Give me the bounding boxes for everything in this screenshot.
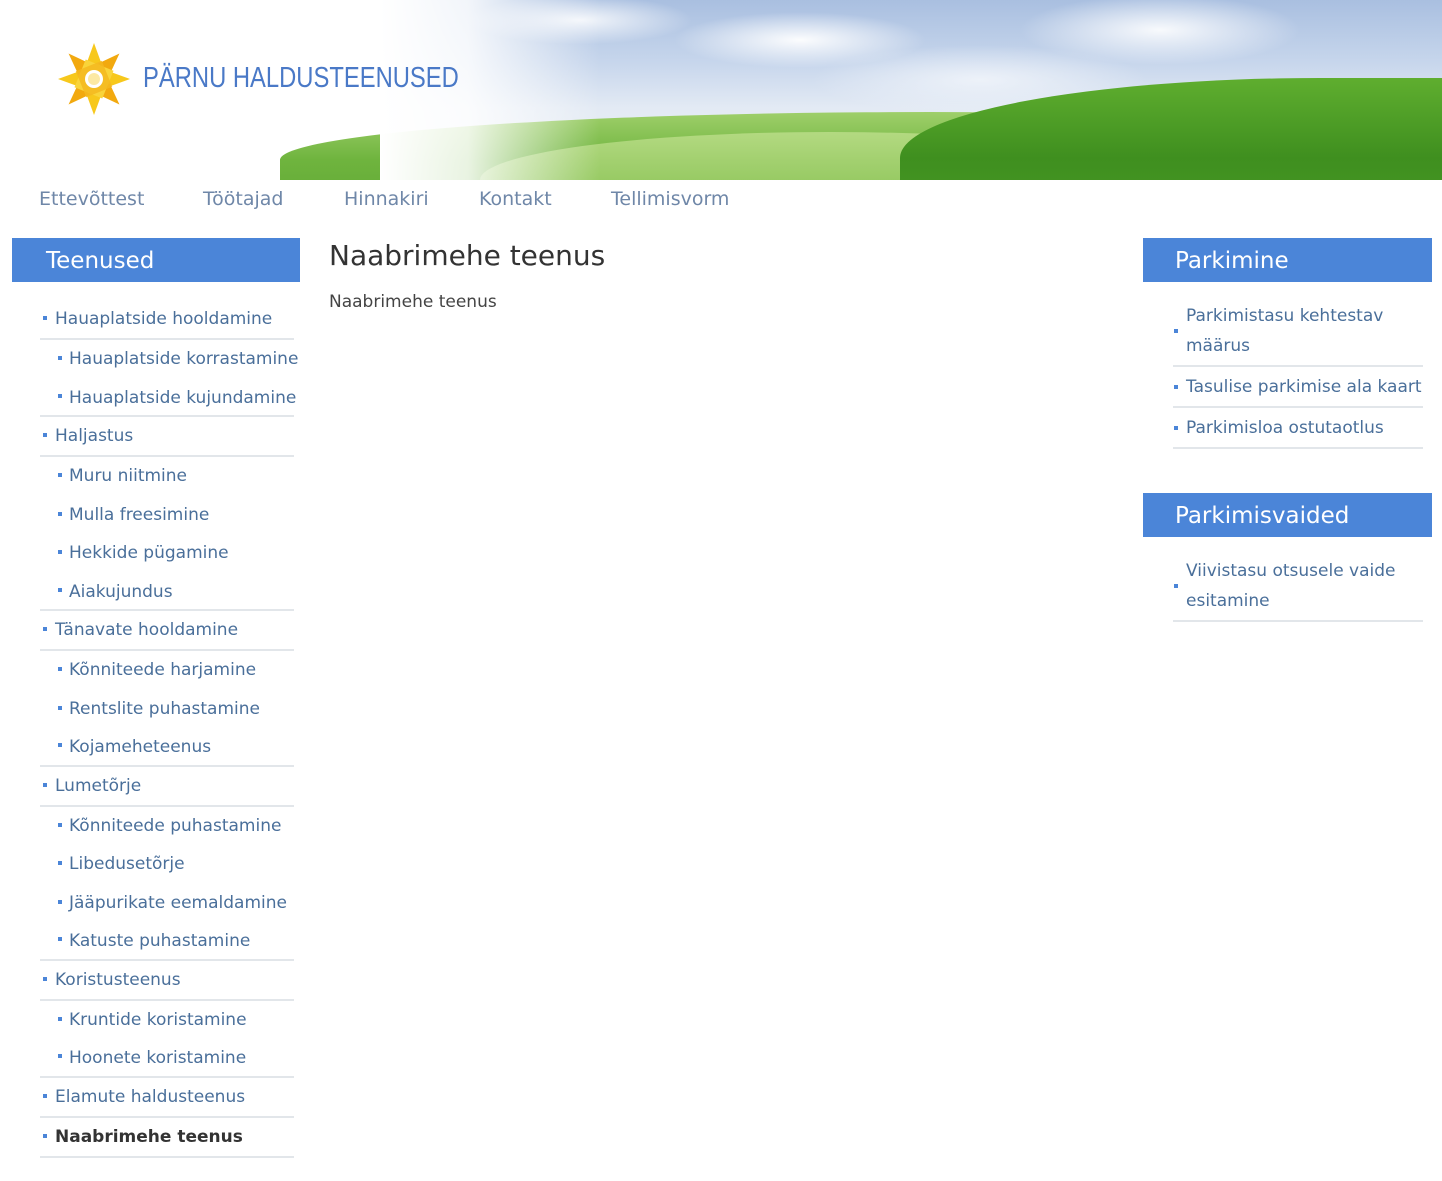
right-sidebar: Parkimine Parkimistasu kehtestav määrus … xyxy=(1143,238,1432,666)
bullet-icon xyxy=(1174,583,1178,588)
menu-item-muru-niitmine[interactable]: Muru niitmine xyxy=(40,457,294,496)
page-title: Naabrimehe teenus xyxy=(329,239,606,272)
menu-item-hauaplatside-hooldamine[interactable]: Hauaplatside hooldamine xyxy=(40,300,294,340)
main-content: Naabrimehe teenus Naabrimehe teenus xyxy=(329,238,1119,312)
nav-hinnakiri[interactable]: Hinnakiri xyxy=(344,188,429,210)
menu-item-lumetorje[interactable]: Lumetõrje xyxy=(40,767,294,807)
sun-star-logo-icon[interactable] xyxy=(58,42,130,116)
bullet-icon xyxy=(58,1016,62,1021)
menu-item-aiakujundus[interactable]: Aiakujundus xyxy=(40,573,294,611)
parkimine-list: Parkimistasu kehtestav määrus Tasulise p… xyxy=(1173,296,1423,449)
page-body-text: Naabrimehe teenus xyxy=(329,292,497,312)
menu-item-kruntide-koristamine[interactable]: Kruntide koristamine xyxy=(40,1001,294,1040)
link-tasulise-parkimise-ala-kaart[interactable]: Tasulise parkimise ala kaart xyxy=(1173,367,1423,408)
services-menu: Hauaplatside hooldamine Hauaplatside kor… xyxy=(40,300,298,1158)
bullet-icon xyxy=(43,976,47,981)
bullet-icon xyxy=(58,705,62,710)
bullet-icon xyxy=(1174,384,1178,389)
bullet-icon xyxy=(43,316,47,320)
menu-item-haljastus[interactable]: Haljastus xyxy=(40,417,294,457)
link-viivistasu-otsusele-vaide-esitamine[interactable]: Viivistasu otsusele vaide esitamine xyxy=(1173,551,1423,622)
menu-item-elamute-haldusteenus[interactable]: Elamute haldusteenus xyxy=(40,1078,294,1118)
landscape-banner-image xyxy=(280,0,1442,180)
nav-tellimisvorm[interactable]: Tellimisvorm xyxy=(611,188,729,210)
bullet-icon xyxy=(43,1093,47,1098)
menu-item-konniteede-puhastamine[interactable]: Kõnniteede puhastamine xyxy=(40,807,294,846)
parkimine-box: Parkimine Parkimistasu kehtestav määrus … xyxy=(1143,238,1432,449)
nav-kontakt[interactable]: Kontakt xyxy=(479,188,552,210)
logo-text[interactable]: PÄRNU HALDUSTEENUSED xyxy=(143,62,459,95)
left-sidebar: Teenused Hauaplatside hooldamine Hauapla… xyxy=(12,238,300,1158)
link-parkimisloa-ostutaotlus[interactable]: Parkimisloa ostutaotlus xyxy=(1173,408,1423,449)
menu-item-mulla-freesimine[interactable]: Mulla freesimine xyxy=(40,496,294,535)
menu-item-koristusteenus[interactable]: Koristusteenus xyxy=(40,961,294,1001)
bullet-icon xyxy=(43,627,47,631)
bullet-icon xyxy=(43,433,47,437)
bullet-icon xyxy=(1174,425,1178,430)
link-parkimistasu-kehtestav-maarus[interactable]: Parkimistasu kehtestav määrus xyxy=(1173,296,1423,367)
bullet-icon xyxy=(58,511,62,516)
bullet-icon xyxy=(58,356,62,361)
bullet-icon xyxy=(58,822,62,827)
sidebar-title-parkimisvaided: Parkimisvaided xyxy=(1143,493,1432,537)
menu-item-tanavate-hooldamine[interactable]: Tänavate hooldamine xyxy=(40,611,294,651)
nav-tootajad[interactable]: Töötajad xyxy=(203,188,283,210)
bullet-icon xyxy=(58,667,62,672)
bullet-icon xyxy=(58,1054,62,1059)
menu-item-hauaplatside-korrastamine[interactable]: Hauaplatside korrastamine xyxy=(40,340,298,379)
bullet-icon xyxy=(1174,328,1178,333)
bullet-icon xyxy=(58,899,62,904)
parkimisvaided-list: Viivistasu otsusele vaide esitamine xyxy=(1173,551,1423,622)
sidebar-title-teenused: Teenused xyxy=(12,238,300,282)
menu-item-hauaplatside-kujundamine[interactable]: Hauaplatside kujundamine xyxy=(40,379,296,417)
parkimisvaided-box: Parkimisvaided Viivistasu otsusele vaide… xyxy=(1143,493,1432,622)
bullet-icon xyxy=(58,473,62,478)
bullet-icon xyxy=(58,743,62,748)
menu-item-konniteede-harjamine[interactable]: Kõnniteede harjamine xyxy=(40,651,294,690)
menu-item-hekkide-pugamine[interactable]: Hekkide pügamine xyxy=(40,534,294,573)
bullet-icon xyxy=(58,550,62,555)
bullet-icon xyxy=(58,861,62,866)
sidebar-title-parkimine: Parkimine xyxy=(1143,238,1432,282)
bullet-icon xyxy=(58,393,62,398)
nav-ettevottest[interactable]: Ettevõttest xyxy=(39,188,144,210)
menu-item-libedusetorje[interactable]: Libedusetõrje xyxy=(40,845,294,884)
menu-item-hoonete-koristamine[interactable]: Hoonete koristamine xyxy=(40,1039,294,1078)
bullet-icon xyxy=(58,937,62,942)
bullet-icon xyxy=(58,587,62,592)
menu-item-kojameheteenus[interactable]: Kojameheteenus xyxy=(40,728,294,767)
menu-item-naabrimehe-teenus[interactable]: Naabrimehe teenus xyxy=(40,1118,294,1158)
bullet-icon xyxy=(43,1133,47,1138)
menu-item-rentslite-puhastamine[interactable]: Rentslite puhastamine xyxy=(40,690,294,729)
menu-item-katuste-puhastamine[interactable]: Katuste puhastamine xyxy=(40,922,294,961)
menu-item-jaapurikate-eemaldamine[interactable]: Jääpurikate eemaldamine xyxy=(40,884,294,923)
header-banner: PÄRNU HALDUSTEENUSED xyxy=(0,0,1442,180)
bullet-icon xyxy=(43,782,47,787)
